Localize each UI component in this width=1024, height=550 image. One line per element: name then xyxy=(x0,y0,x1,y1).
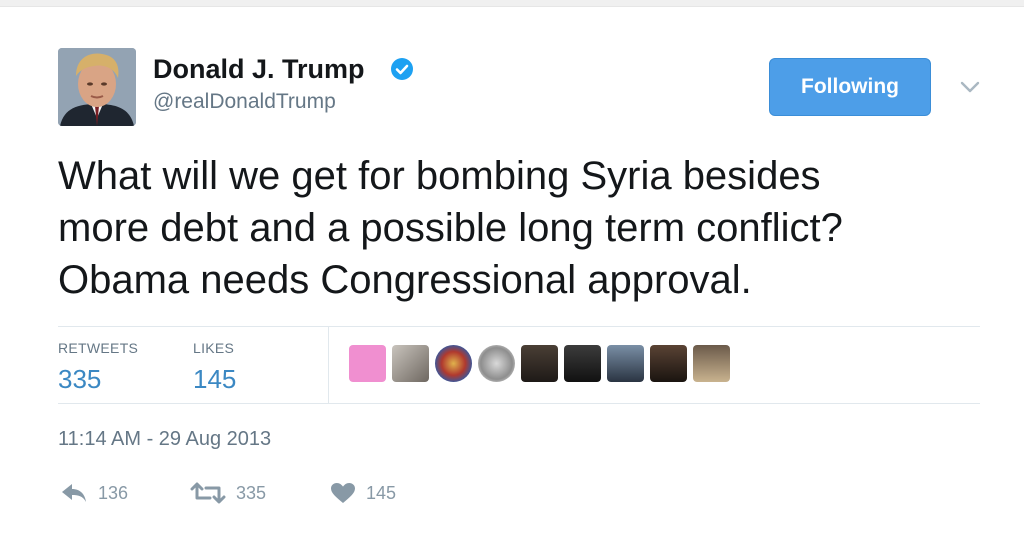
tweet-text-line: more debt and a possible long term confl… xyxy=(58,206,843,250)
like-action[interactable]: 145 xyxy=(330,482,396,504)
tweet-text-line: What will we get for bombing Syria besid… xyxy=(58,154,821,198)
likes-count[interactable]: 145 xyxy=(193,364,236,395)
user-handle[interactable]: @realDonaldTrump xyxy=(153,90,336,114)
display-name[interactable]: Donald J. Trump xyxy=(153,54,365,85)
liker-avatar[interactable] xyxy=(650,345,687,382)
like-count: 145 xyxy=(366,482,397,503)
retweet-icon xyxy=(190,482,226,504)
stats-vertical-divider xyxy=(328,327,329,403)
reply-action[interactable]: 136 xyxy=(60,482,128,504)
chevron-down-icon[interactable] xyxy=(958,78,982,96)
tweet-text-line: Obama needs Congressional approval. xyxy=(58,258,752,302)
retweet-action[interactable]: 335 xyxy=(190,482,266,504)
avatar[interactable] xyxy=(58,48,136,126)
retweets-count[interactable]: 335 xyxy=(58,364,101,395)
likes-label[interactable]: LIKES xyxy=(193,340,234,356)
liker-avatars xyxy=(349,345,730,382)
tweet-text: What will we get for bombing Syria besid… xyxy=(58,150,988,306)
liker-avatar[interactable] xyxy=(693,345,730,382)
tweet-timestamp[interactable]: 11:14 AM - 29 Aug 2013 xyxy=(58,428,271,451)
stats-top-divider xyxy=(58,326,980,327)
reply-icon xyxy=(62,484,86,502)
following-button[interactable]: Following xyxy=(769,58,931,116)
liker-avatar[interactable] xyxy=(521,345,558,382)
liker-avatar[interactable] xyxy=(478,345,515,382)
verified-badge-icon xyxy=(391,58,413,80)
top-divider xyxy=(0,0,1024,7)
reply-count: 136 xyxy=(98,482,129,503)
avatar-image xyxy=(58,48,136,126)
liker-avatar[interactable] xyxy=(435,345,472,382)
liker-avatar[interactable] xyxy=(392,345,429,382)
retweets-label[interactable]: RETWEETS xyxy=(58,340,138,356)
liker-avatar[interactable] xyxy=(349,345,386,382)
liker-avatar[interactable] xyxy=(564,345,601,382)
retweet-count: 335 xyxy=(236,482,267,503)
tweet-card: Donald J. Trump @realDonaldTrump Followi… xyxy=(0,0,1024,550)
stats-bottom-divider xyxy=(58,403,980,404)
heart-icon xyxy=(331,483,355,503)
liker-avatar[interactable] xyxy=(607,345,644,382)
